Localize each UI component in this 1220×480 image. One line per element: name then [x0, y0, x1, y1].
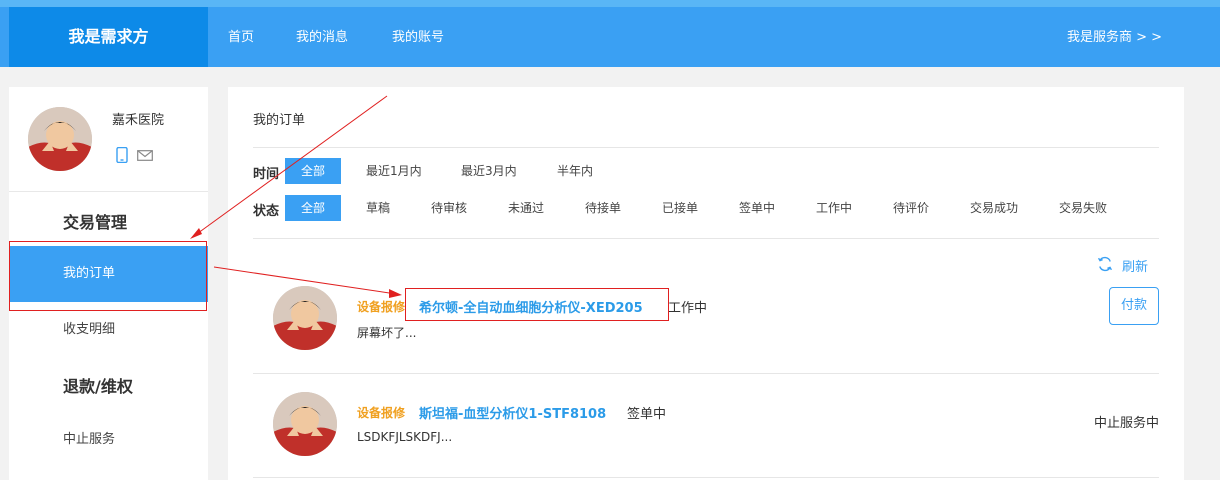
status-filter-working[interactable]: 工作中: [816, 195, 852, 221]
order-category: 设备报修: [357, 300, 406, 314]
nav-messages[interactable]: 我的消息: [296, 7, 348, 67]
section-heading-trade: 交易管理: [63, 213, 128, 232]
status-filter-success[interactable]: 交易成功: [970, 195, 1018, 221]
switch-to-provider-link[interactable]: 我是服务商 > >: [1067, 7, 1162, 67]
pay-button[interactable]: 付款: [1109, 287, 1159, 325]
status-filter-accepted[interactable]: 已接单: [662, 195, 698, 221]
order-avatar: [273, 392, 337, 456]
header: 我是需求方 首页 我的消息 我的账号 我是服务商 > >: [0, 7, 1220, 67]
mail-icon[interactable]: [137, 150, 153, 161]
status-filter-label: 状态: [253, 204, 280, 219]
title-divider: [253, 147, 1159, 148]
order-product-link[interactable]: 希尔顿-全自动血细胞分析仪-XED205: [419, 297, 643, 316]
phone-icon[interactable]: [115, 147, 129, 163]
status-filter-awaiting-acceptance[interactable]: 待接单: [585, 195, 621, 221]
status-filter-all[interactable]: 全部: [285, 195, 341, 221]
sidebar-item-my-orders[interactable]: 我的订单: [9, 246, 208, 302]
user-avatar: [28, 107, 92, 171]
order-description: 屏幕坏了...: [357, 326, 417, 340]
order-divider: [253, 477, 1159, 478]
time-filter-label: 时间: [253, 167, 280, 182]
order-row: 设备报修 希尔顿-全自动血细胞分析仪-XED205 工作中 屏幕坏了... 付款: [253, 270, 1159, 374]
status-filter-pending-review[interactable]: 待审核: [431, 195, 467, 221]
time-filter-all[interactable]: 全部: [285, 158, 341, 184]
status-filter-signing[interactable]: 签单中: [739, 195, 775, 221]
brand-title: 我是需求方: [9, 7, 208, 67]
status-filter-draft[interactable]: 草稿: [366, 195, 390, 221]
order-product-link[interactable]: 斯坦福-血型分析仪1-STF8108: [419, 403, 606, 422]
filter-divider: [253, 238, 1159, 239]
time-filter-3-months[interactable]: 最近3月内: [461, 158, 517, 184]
order-status: 签单中: [627, 407, 667, 422]
sidebar-item-stop-service[interactable]: 中止服务: [9, 412, 208, 468]
sidebar-divider: [9, 191, 208, 192]
order-row: 设备报修 斯坦福-血型分析仪1-STF8108 签单中 LSDKFJLSKDFJ…: [253, 374, 1159, 478]
nav-account[interactable]: 我的账号: [392, 7, 444, 67]
page-title: 我的订单: [253, 113, 306, 128]
order-state-text: 中止服务中: [1093, 416, 1159, 431]
time-filter-half-year[interactable]: 半年内: [557, 158, 593, 184]
order-avatar: [273, 286, 337, 350]
sidebar-item-income-expense[interactable]: 收支明细: [9, 302, 208, 358]
order-status: 工作中: [668, 301, 708, 316]
top-strip: [0, 0, 1220, 7]
status-filter-awaiting-review[interactable]: 待评价: [893, 195, 929, 221]
user-name: 嘉禾医院: [112, 113, 165, 128]
main-panel: 我的订单 时间 全部 最近1月内 最近3月内 半年内 状态 全部 草稿 待审核 …: [228, 87, 1184, 480]
status-filter-rejected[interactable]: 未通过: [508, 195, 544, 221]
section-heading-refund: 退款/维权: [63, 377, 133, 396]
order-description: LSDKFJLSKDFJ...: [357, 430, 453, 444]
status-filter-failed[interactable]: 交易失败: [1059, 195, 1107, 221]
nav-home[interactable]: 首页: [228, 7, 254, 67]
sidebar: 嘉禾医院 交易管理 我的订单 收支明细 退款/维权 中止服务: [9, 87, 208, 480]
order-category: 设备报修: [357, 406, 406, 420]
time-filter-1-month[interactable]: 最近1月内: [366, 158, 422, 184]
